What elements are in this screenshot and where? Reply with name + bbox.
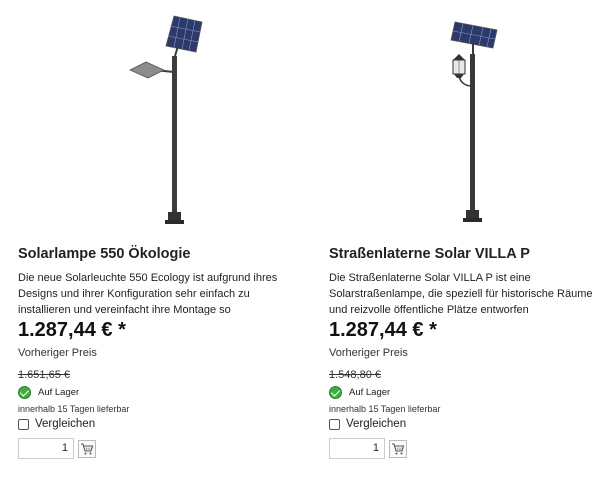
delivery-time: innerhalb 15 Tagen lieferbar [18, 404, 130, 414]
shopping-cart-icon [81, 443, 94, 455]
product-image-villa-p[interactable] [329, 0, 601, 232]
add-to-cart-button[interactable] [78, 440, 96, 458]
compare-option[interactable]: Vergleichen [18, 418, 95, 430]
product-description: Die neue Solarleuchte 550 Ecology ist au… [18, 272, 278, 315]
check-circle-icon [18, 386, 31, 399]
stock-label: Auf Lager [349, 387, 391, 398]
compare-option[interactable]: Vergleichen [329, 418, 406, 430]
delivery-time: innerhalb 15 Tagen lieferbar [329, 404, 441, 414]
previous-price-label: Vorheriger Preis [18, 347, 97, 359]
quantity-input[interactable]: 1 [329, 438, 385, 459]
stock-status: Auf Lager [18, 386, 79, 399]
check-circle-icon [329, 386, 342, 399]
compare-label[interactable]: Vergleichen [346, 418, 406, 430]
product-card: Straßenlaterne Solar VILLA P Die Straßen… [329, 0, 601, 482]
product-image-solar-lamp-550[interactable] [18, 0, 290, 232]
product-card: Solarlampe 550 Ökologie Die neue Solarle… [18, 0, 290, 482]
stock-status: Auf Lager [329, 386, 390, 399]
old-price: 1.651,65 € [18, 369, 70, 381]
quantity-input[interactable]: 1 [18, 438, 74, 459]
product-price: 1.287,44 € * [329, 319, 437, 341]
product-title[interactable]: Straßenlaterne Solar VILLA P [329, 246, 601, 262]
product-title[interactable]: Solarlampe 550 Ökologie [18, 246, 290, 262]
previous-price-label: Vorheriger Preis [329, 347, 408, 359]
compare-checkbox[interactable] [18, 418, 29, 430]
old-price: 1.548,80 € [329, 369, 381, 381]
product-description: Die Straßenlaterne Solar VILLA P ist ein… [329, 272, 593, 315]
compare-checkbox[interactable] [329, 418, 340, 430]
stock-label: Auf Lager [38, 387, 80, 398]
product-price: 1.287,44 € * [18, 319, 126, 341]
compare-label[interactable]: Vergleichen [35, 418, 95, 430]
shopping-cart-icon [392, 443, 405, 455]
add-to-cart-button[interactable] [389, 440, 407, 458]
